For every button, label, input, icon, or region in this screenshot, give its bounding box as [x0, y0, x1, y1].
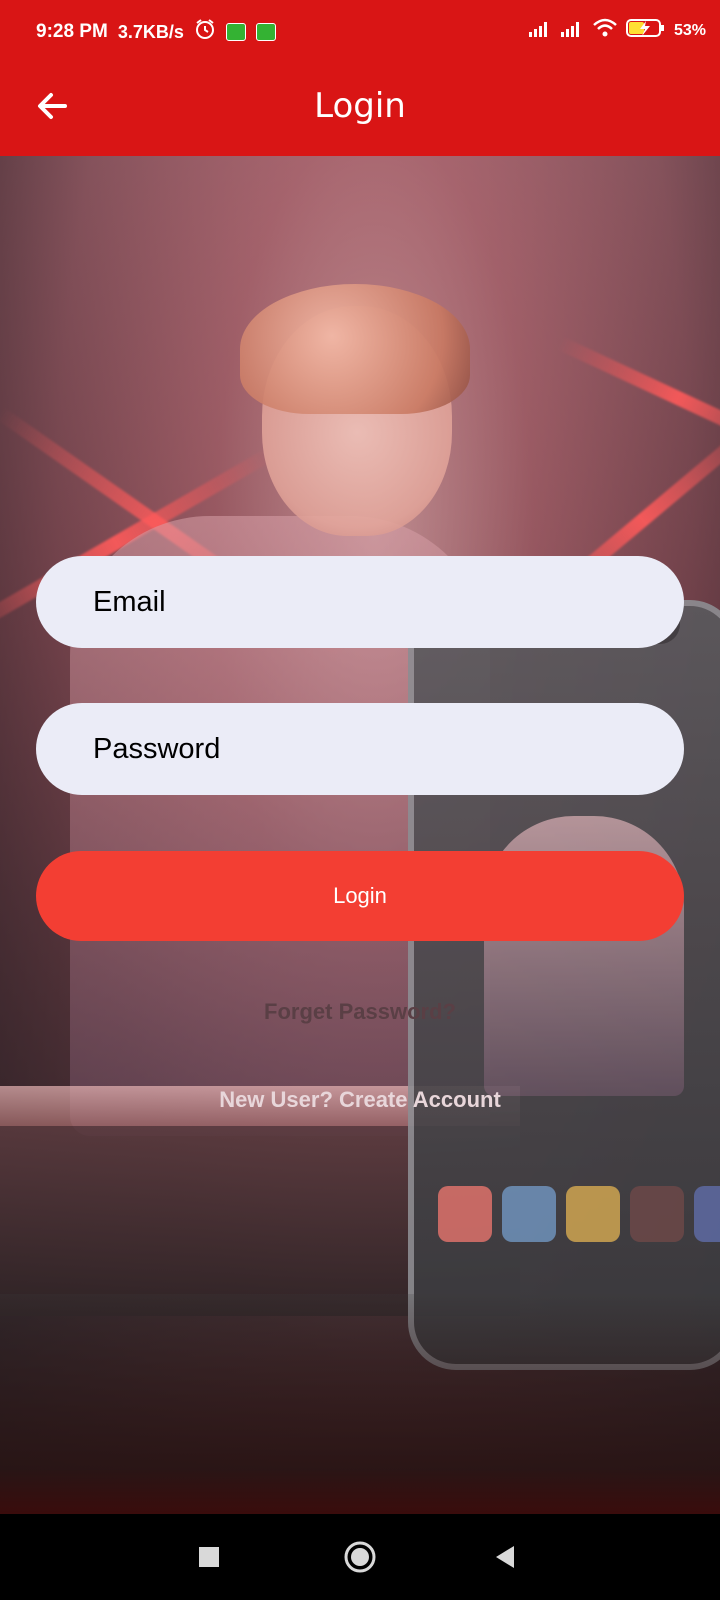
- circle-icon: [344, 1541, 376, 1573]
- forgot-password-link[interactable]: Forget Password?: [0, 999, 720, 1025]
- wifi-icon: [592, 18, 618, 43]
- status-bar: 9:28 PM 3.7KB/s 53%: [0, 0, 720, 64]
- recents-button[interactable]: [188, 1536, 230, 1578]
- phone-tile: [630, 1186, 684, 1242]
- signal-icon: [528, 19, 552, 42]
- create-account-link[interactable]: New User? Create Account: [0, 1087, 720, 1113]
- battery-percent: 53%: [673, 21, 706, 39]
- login-button[interactable]: Login: [36, 851, 684, 941]
- battery-charging-icon: [625, 18, 666, 43]
- phone-tiles: [438, 1186, 720, 1242]
- signal-icon: [560, 19, 584, 42]
- illustration-person-hair: [240, 284, 470, 414]
- phone-tile: [694, 1186, 720, 1242]
- status-left: 9:28 PM 3.7KB/s: [36, 18, 276, 46]
- back-nav-button[interactable]: [484, 1536, 526, 1578]
- status-time: 9:28 PM: [36, 21, 108, 42]
- phone-tile: [502, 1186, 556, 1242]
- alarm-icon: [194, 18, 216, 46]
- phone-tile: [438, 1186, 492, 1242]
- notification-app-icon: [255, 23, 276, 41]
- square-icon: [199, 1547, 219, 1567]
- light-beam: [557, 336, 720, 460]
- email-field[interactable]: [36, 556, 684, 648]
- status-network-speed: 3.7KB/s: [117, 21, 184, 42]
- password-input[interactable]: [91, 731, 615, 767]
- system-nav-bar: [0, 1514, 720, 1600]
- page-title: Login: [314, 86, 406, 126]
- bottom-fade: [0, 1294, 720, 1514]
- email-input[interactable]: [91, 584, 615, 620]
- status-right: 53%: [528, 18, 706, 43]
- password-field[interactable]: [36, 703, 684, 795]
- triangle-back-icon: [496, 1546, 514, 1568]
- home-button[interactable]: [339, 1536, 381, 1578]
- notification-app-icon: [225, 23, 246, 41]
- background-illustration: [0, 156, 720, 1514]
- phone-tile: [566, 1186, 620, 1242]
- app-bar: Login: [0, 64, 720, 156]
